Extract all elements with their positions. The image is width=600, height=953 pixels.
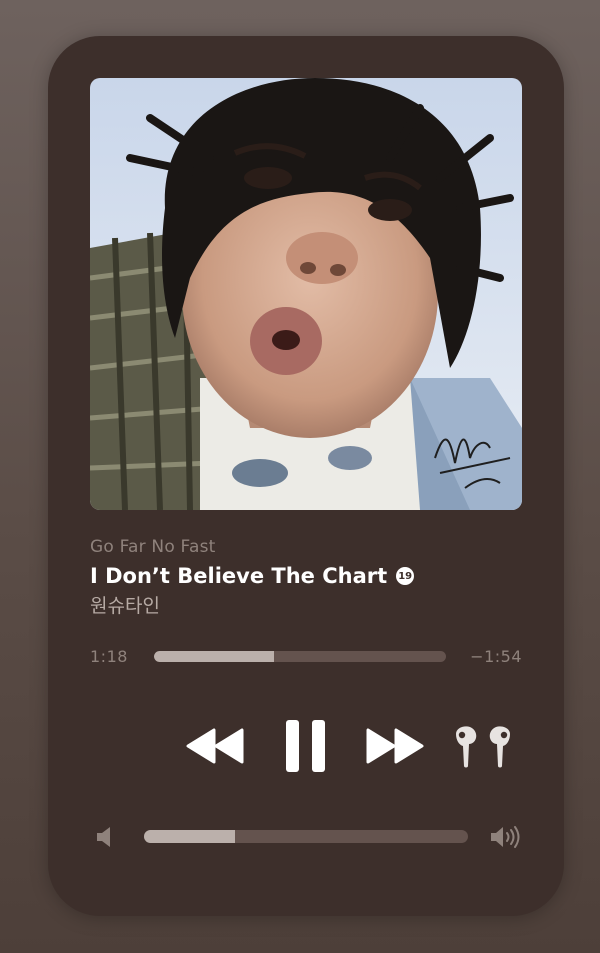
now-playing-card: Go Far No Fast I Don’t Believe The Chart… [48,36,564,916]
rewind-button[interactable] [186,728,246,764]
airplay-output-button[interactable] [450,724,516,770]
pause-icon [286,720,325,772]
album-title[interactable]: Go Far No Fast [90,534,522,560]
track-info: Go Far No Fast I Don’t Believe The Chart… [90,534,522,621]
airpods-pro-icon [456,726,510,768]
transport-controls [48,716,564,776]
explicit-badge: 19 [396,567,415,585]
progress-fill [154,651,274,662]
pause-button[interactable] [284,719,328,773]
forward-button[interactable] [366,728,426,764]
track-title-row: I Don’t Believe The Chart 19 [90,561,522,591]
speaker-low-icon [97,827,110,847]
volume-control [96,824,524,850]
elapsed-time: 1:18 [90,647,128,666]
artist-name[interactable]: 원슈타인 [90,591,522,621]
speaker-high-icon [491,826,520,848]
progress-slider[interactable] [154,651,446,662]
album-artwork-image [90,78,522,510]
remaining-time: −1:54 [470,647,522,666]
album-artwork[interactable] [90,78,522,510]
forward-icon [366,728,424,764]
volume-fill [144,830,235,843]
track-title: I Don’t Believe The Chart [90,564,388,588]
backward-icon [186,728,244,764]
playback-progress: 1:18 −1:54 [90,647,522,667]
volume-slider[interactable] [144,830,468,843]
